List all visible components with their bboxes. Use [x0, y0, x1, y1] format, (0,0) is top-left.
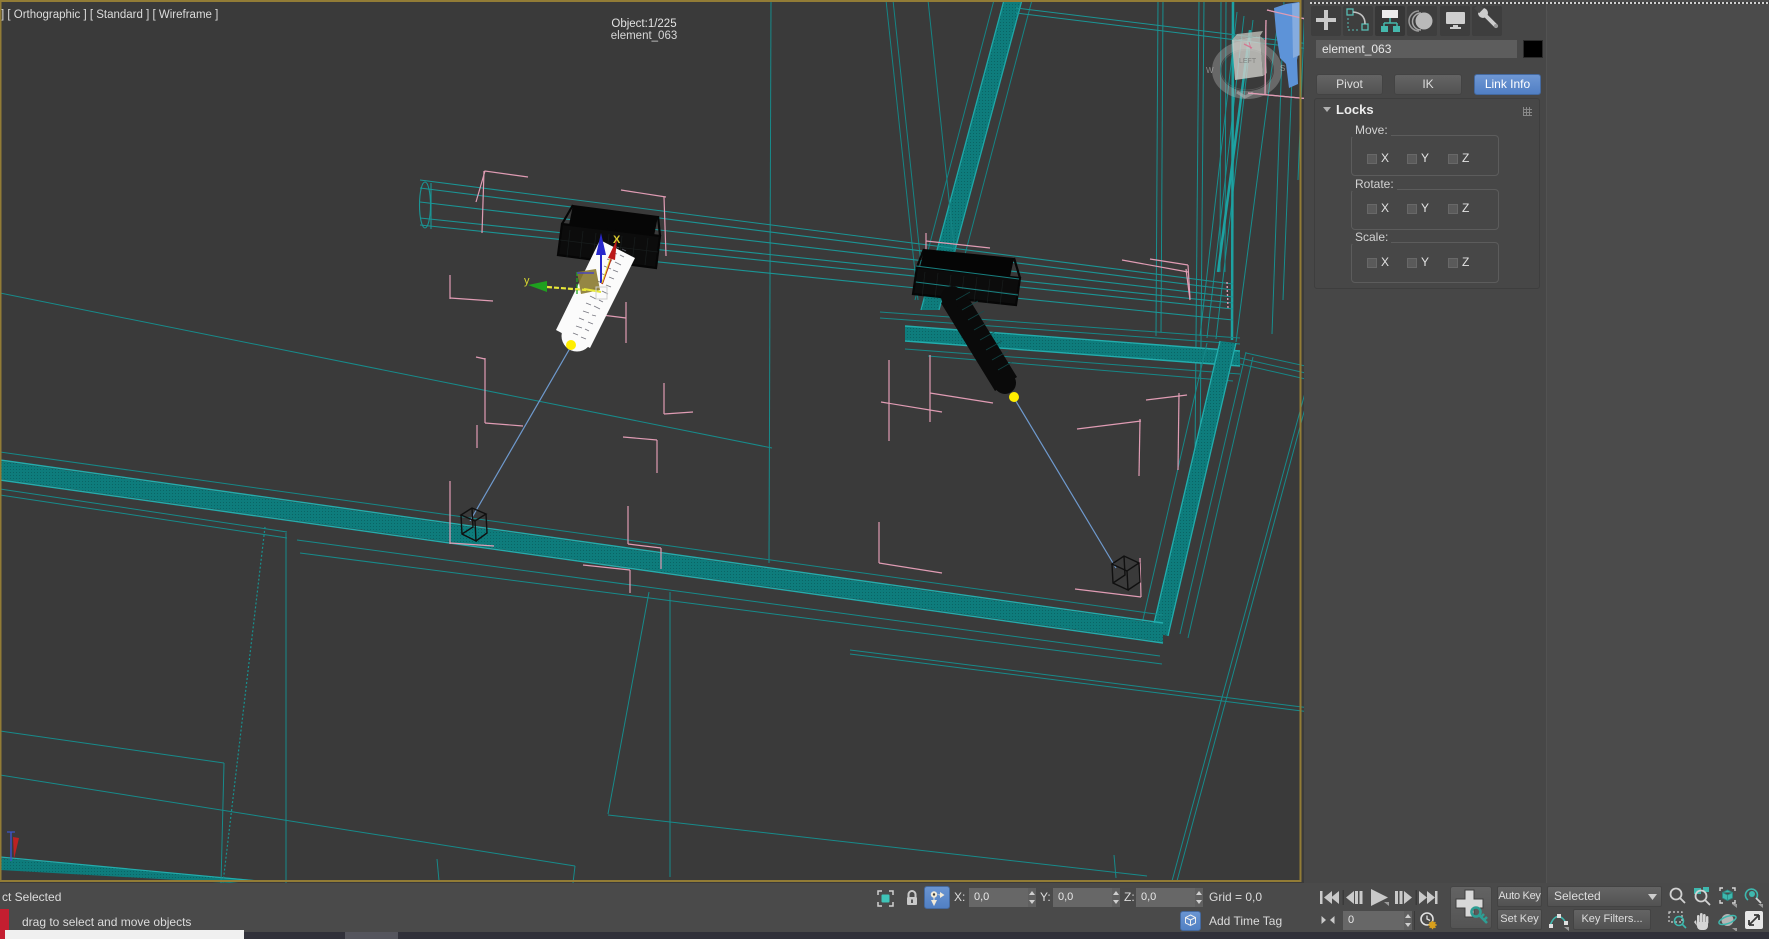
svg-text:X: X [613, 234, 621, 246]
svg-text:y: y [524, 275, 530, 287]
svg-text:Object:1/225: Object:1/225 [611, 18, 676, 30]
svg-text:element_063: element_063 [611, 30, 678, 42]
svg-text:W: W [1206, 66, 1214, 75]
svg-text:LEFT: LEFT [1239, 58, 1257, 65]
svg-text:S: S [1280, 64, 1285, 73]
svg-text:] [ Orthographic ] [ Standard: ] [ Orthographic ] [ Standard ] [ Wirefr… [1, 9, 218, 21]
